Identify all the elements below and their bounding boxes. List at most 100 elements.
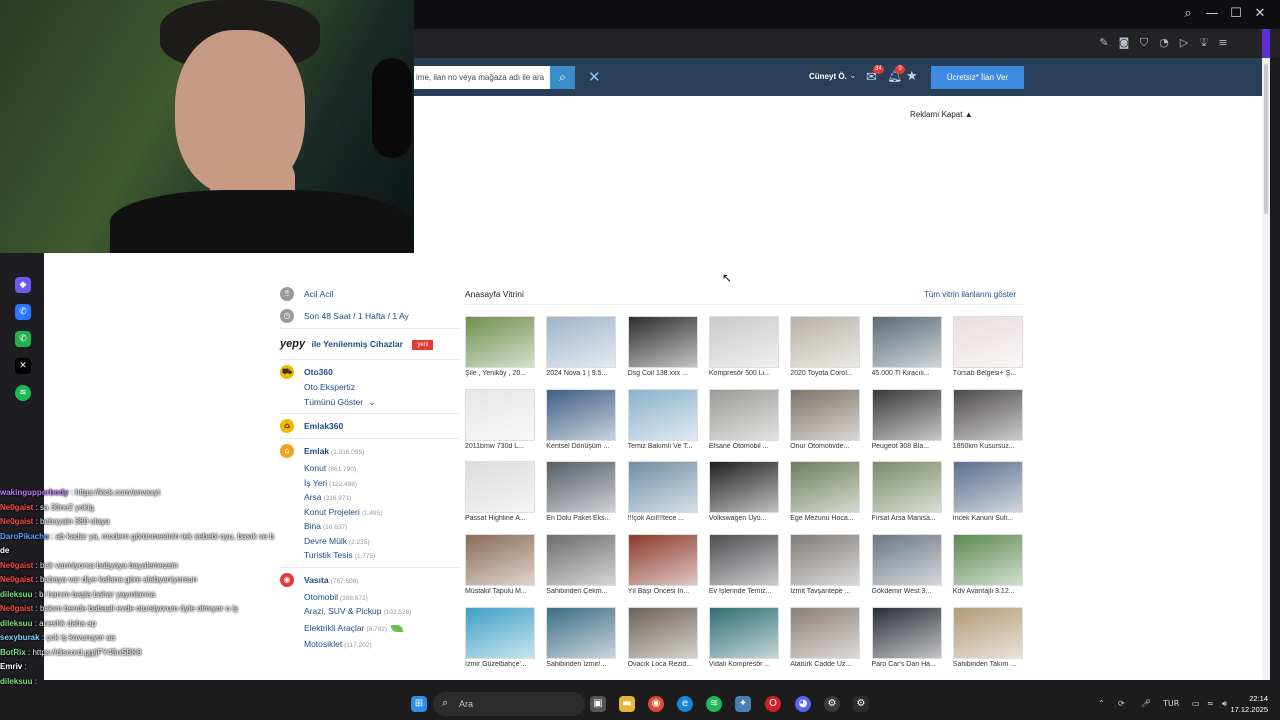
listing-caption[interactable]: Sahibinden İzmir/... (546, 661, 618, 668)
subcategory-link[interactable]: Konut Projeleri (1.495) (280, 505, 460, 520)
search-button[interactable]: ⌕ (550, 66, 575, 89)
listing-thumbnail[interactable] (871, 461, 942, 514)
listing-thumbnail[interactable] (708, 461, 779, 514)
listing-caption[interactable]: !!!çok Acil!!!tece ... (628, 515, 700, 522)
close-ad-link[interactable]: Reklamı Kapat ▲ (910, 110, 973, 119)
close-search-icon[interactable]: ✕ (588, 68, 601, 86)
maximize-button[interactable]: ☐ (1228, 6, 1244, 22)
file-explorer-icon[interactable]: ▬ (619, 696, 635, 712)
listing-thumbnail[interactable] (790, 316, 861, 368)
opera-icon[interactable]: O (765, 696, 781, 712)
listing-thumbnail[interactable] (708, 606, 779, 659)
chevron-down-icon[interactable]: ⌄ (849, 70, 857, 81)
listing-thumbnail[interactable] (465, 316, 535, 368)
listing-thumbnail[interactable] (546, 606, 617, 659)
post-ad-button[interactable]: Ücretsiz* İlan Ver (931, 66, 1024, 89)
chevron-up-icon[interactable]: ⌃ (1098, 699, 1105, 708)
listing-thumbnail[interactable] (952, 388, 1023, 441)
chat-username[interactable]: dileksuu (0, 677, 32, 686)
listing-thumbnail[interactable] (546, 316, 617, 368)
menu-icon[interactable]: ≡ (1216, 36, 1230, 50)
edge-icon[interactable]: e (677, 696, 693, 712)
listing-thumbnail[interactable] (627, 534, 698, 587)
page-scrollbar-thumb[interactable] (1264, 64, 1268, 214)
listing-tile[interactable]: Passat Highline A... (465, 461, 537, 527)
listing-caption[interactable]: Vidalı Kompresör ... (709, 661, 781, 668)
search-icon[interactable]: ⌕ (1180, 6, 1196, 22)
listing-caption[interactable]: Sahibinden Takım ... (953, 661, 1025, 668)
listing-caption[interactable]: Yıl Başı Öncesi In... (628, 588, 700, 595)
listing-caption[interactable]: Atatürk Cadde Üz... (790, 661, 862, 668)
listing-caption[interactable]: Ev İşlerinde Temiz... (709, 588, 781, 595)
chat-username[interactable]: Ne0gaist (0, 604, 33, 613)
listing-tile[interactable]: Türsab Belgesi+ Ş... (952, 316, 1025, 382)
listing-caption[interactable]: Ege Mezunu Hoca... (790, 515, 862, 522)
emlak-category[interactable]: ⌂ Emlak (1.316.095) (280, 443, 460, 459)
wifi-icon[interactable]: ≈ (1207, 699, 1214, 708)
listing-caption[interactable]: Temiz Bakımlı Ve T... (628, 443, 700, 450)
display-icon[interactable]: ▭ (1192, 699, 1200, 708)
listing-caption[interactable]: Onur Otomotivde... (790, 443, 862, 450)
messenger-icon[interactable]: ✆ (15, 304, 31, 320)
listing-caption[interactable]: Fırsat Arsa Manisa... (872, 515, 944, 522)
listing-thumbnail[interactable] (546, 388, 617, 441)
chat-username[interactable]: DaroPikachu (0, 532, 49, 541)
minimize-button[interactable]: — (1204, 6, 1220, 22)
listing-caption[interactable]: Şile , Yeniköy , 20... (465, 370, 537, 377)
listing-caption[interactable]: 1850km Kusursuz... (953, 443, 1025, 450)
listing-caption[interactable]: Gökdemir West 3... (872, 588, 944, 595)
listing-tile[interactable]: Fırsat Arsa Manisa... (871, 461, 944, 527)
listing-tile[interactable]: Sahibinden İzmir/... (546, 606, 618, 673)
chat-username[interactable]: Ne0gaist (0, 575, 33, 584)
listing-tile[interactable]: Kdv Avantajlı 3.12... (952, 534, 1025, 600)
subcategory-link[interactable]: Motosiklet (117.202) (280, 637, 460, 652)
listing-tile[interactable]: Izmit Tavşantepe ... (790, 534, 862, 600)
listing-tile[interactable]: Ege Mezunu Hoca... (790, 461, 862, 527)
listing-thumbnail[interactable] (952, 534, 1023, 587)
listing-caption[interactable]: Kentsel Dönüşüm ... (546, 443, 618, 450)
listing-caption[interactable]: Müstakil Tapulu M... (465, 588, 537, 595)
listing-thumbnail[interactable] (708, 388, 779, 441)
listing-tile[interactable]: Paro Car's Dan Ha... (871, 606, 944, 673)
download-icon[interactable]: ⤓ (1197, 36, 1211, 50)
chat-username[interactable]: Ne0gaist (0, 517, 33, 526)
microphone-icon[interactable]: 🎤︎ (1141, 699, 1151, 708)
listing-caption[interactable]: Efsane Otomobil ... (709, 443, 781, 450)
send-icon[interactable]: ▷ (1177, 36, 1191, 50)
chat-username[interactable]: Emriv (0, 662, 22, 671)
close-window-button[interactable]: ✕ (1252, 6, 1268, 22)
listing-caption[interactable]: Paro Car's Dan Ha... (872, 661, 944, 668)
listing-tile[interactable]: Sahibinden Takım ... (952, 606, 1025, 673)
listing-thumbnail[interactable] (790, 388, 861, 441)
camera-icon[interactable]: ◙ (1117, 36, 1131, 50)
listing-thumbnail[interactable] (627, 606, 698, 659)
listing-thumbnail[interactable] (627, 461, 698, 514)
listing-tile[interactable]: İzmir Güzelbahçe'... (465, 606, 537, 673)
chat-username[interactable]: dileksuu (0, 619, 32, 628)
subcategory-link[interactable]: İş Yeri (122.488) (280, 476, 460, 491)
listing-caption[interactable]: Kompresör 500 Li... (709, 370, 781, 377)
discord-icon[interactable]: ◕ (795, 696, 811, 712)
windows-start-icon[interactable]: ⊞ (411, 696, 427, 712)
urgent-link[interactable]: ‼ Acil Acil (280, 286, 460, 302)
chat-username[interactable]: de (0, 546, 9, 555)
listing-tile[interactable]: Kompresör 500 Li... (708, 316, 781, 382)
chat-username[interactable]: Ne0gaist (0, 503, 33, 512)
task-view-icon[interactable]: ▣ (590, 696, 606, 712)
show-all-link[interactable]: Tümünü Göster ⌄ (280, 395, 460, 410)
steam-icon[interactable]: ⚙ (824, 696, 840, 712)
listing-tile[interactable]: 2024 Nova 1 | 9.5... (546, 316, 618, 382)
listing-caption[interactable]: 2024 Nova 1 | 9.5... (546, 370, 618, 377)
network-icon[interactable]: ⟳ (1118, 699, 1125, 708)
chat-username[interactable]: Ne0gaist (0, 561, 33, 570)
listing-thumbnail[interactable] (952, 316, 1023, 368)
spotify-icon[interactable]: ≋ (706, 696, 722, 712)
listing-thumbnail[interactable] (546, 534, 617, 587)
listing-tile[interactable]: Dsg Coil 138.xxx ... (627, 316, 700, 382)
subcategory-link[interactable]: Arazi, SUV & Pickup (102.528) (280, 604, 460, 619)
yepy-link[interactable]: yepy ile Yenilenmiş Cihazlar yeni (280, 333, 460, 355)
emlak360-link[interactable]: ⌂ Emlak360 (280, 418, 460, 434)
listing-caption[interactable]: 45.000 Tl Kiracılı... (872, 370, 944, 377)
search-input[interactable]: ime, ilan no veya mağaza adı ile ara (414, 66, 550, 89)
listing-tile[interactable]: Vidalı Kompresör ... (708, 606, 781, 673)
